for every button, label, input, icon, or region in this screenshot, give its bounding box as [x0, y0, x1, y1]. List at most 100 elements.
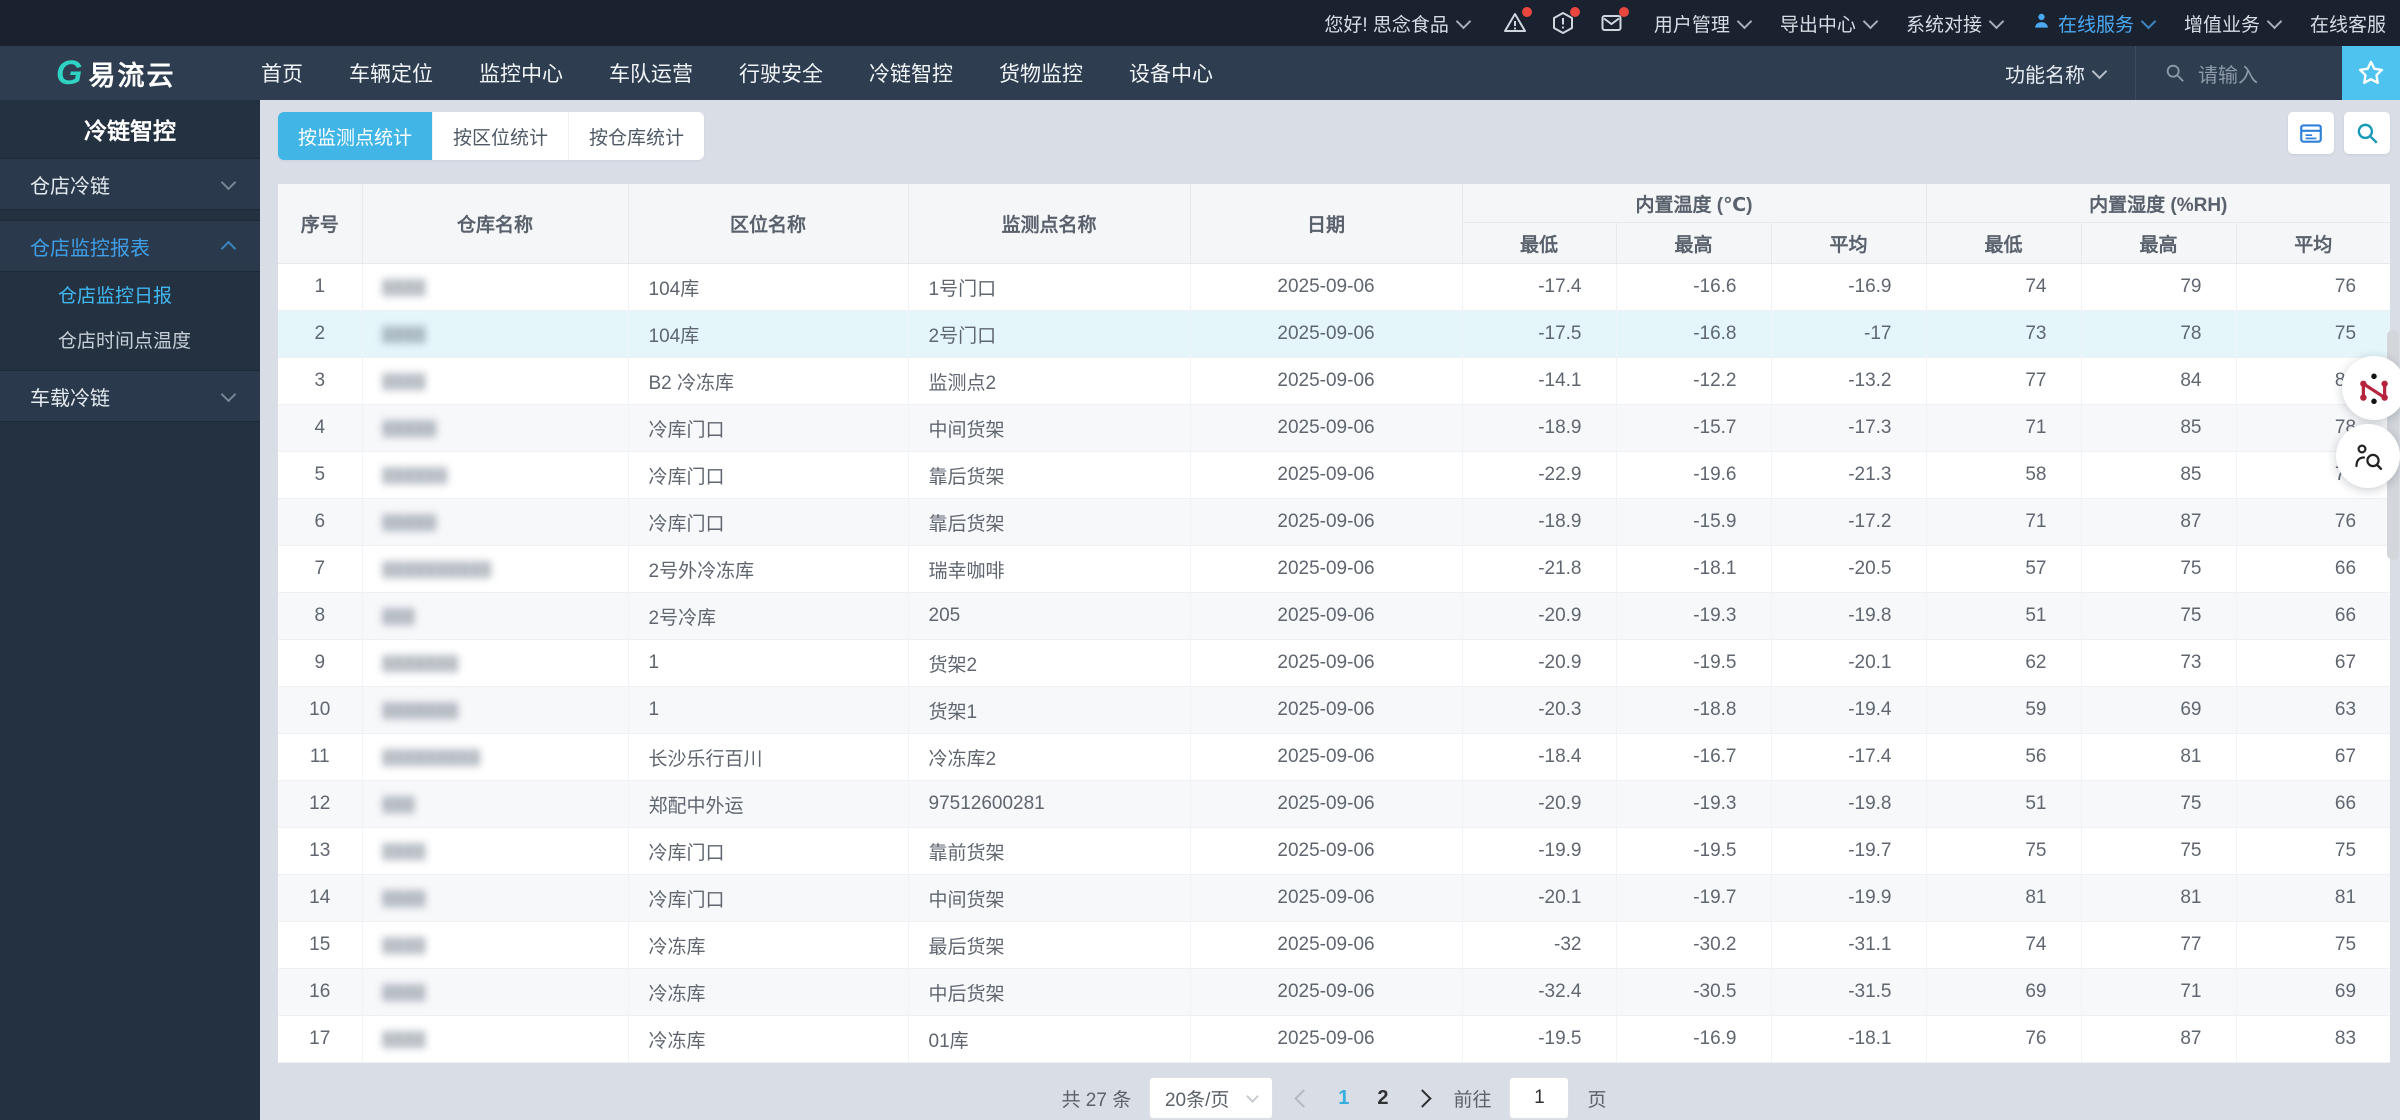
nav-item-cold-chain[interactable]: 冷链智控: [846, 46, 976, 100]
topbar-menu-user-management[interactable]: 用户管理: [1654, 10, 1753, 37]
topbar-menu-export-center[interactable]: 导出中心: [1780, 10, 1879, 37]
cell-temp-max: -16.8: [1616, 310, 1772, 358]
main-navbar: G 易流云 首页 车辆定位 监控中心 车队运营 行驶安全 冷链智控 货物监控 设备中心 功能名…: [0, 46, 2400, 100]
tab-by-monitor-point[interactable]: 按监测点统计: [278, 112, 434, 160]
module-title: 冷链智控: [84, 118, 176, 144]
masked-warehouse-name: ████: [382, 279, 427, 295]
page-number-1[interactable]: 1: [1338, 1087, 1349, 1110]
favorite-button[interactable]: [2342, 46, 2400, 100]
nav-item-device-center[interactable]: 设备中心: [1106, 46, 1236, 100]
cell-warehouse-name: ████: [362, 1015, 629, 1063]
goto-page-value: 1: [1534, 1087, 1545, 1108]
cell-zone-name: 2号外冷冻库: [628, 545, 909, 593]
user-greeting[interactable]: 您好! 思念食品: [1324, 10, 1472, 37]
search-toggle-button[interactable]: [2344, 112, 2390, 154]
cell-date: 2025-09-06: [1190, 451, 1463, 499]
cell-humidity-max: 84: [2081, 357, 2237, 405]
cell-humidity-avg: 81: [2236, 874, 2391, 922]
topbar-menu-online-support[interactable]: 在线客服: [2310, 10, 2386, 37]
cell-temp-max: -15.9: [1616, 498, 1772, 546]
nav-item-cargo-monitor[interactable]: 货物监控: [976, 46, 1106, 100]
table-row: 1 ████ 104库 1号门口 2025-09-06 -17.4 -16.6 -16.9 74…: [278, 263, 2391, 311]
table-row: 17 ████ 冷冻库 01库 2025-09-06 -19.5 -16.9 -18.1 76 8…: [278, 1015, 2391, 1063]
function-name-dropdown[interactable]: 功能名称: [1975, 59, 2135, 88]
topbar-menu-value-added[interactable]: 增值业务: [2184, 10, 2283, 37]
cell-humidity-avg: 75: [2236, 921, 2391, 969]
masked-warehouse-name: ████: [382, 843, 427, 859]
cell-zone-name: 冷库门口: [628, 451, 909, 499]
cell-temp-max: -19.5: [1616, 639, 1772, 687]
masked-warehouse-name: ████: [382, 373, 427, 389]
logo-g-icon: G: [56, 53, 83, 92]
page-number-2[interactable]: 2: [1377, 1087, 1388, 1110]
fab-network-button[interactable]: [2342, 356, 2400, 420]
shield-alert-icon[interactable]: [1551, 7, 1580, 35]
next-page-button[interactable]: [1413, 1088, 1433, 1108]
cell-temp-min: -22.9: [1462, 451, 1617, 499]
col-header-1: 仓库名称: [362, 184, 629, 264]
sidebar-group-store-cold-chain[interactable]: 仓店冷链: [0, 158, 260, 210]
cell-monitor-point: 瑞幸咖啡: [908, 545, 1191, 593]
cell-row-index: 2: [278, 310, 363, 358]
col-header-3: 监测点名称: [908, 184, 1191, 264]
cell-monitor-point: 货架2: [908, 639, 1191, 687]
cell-temp-max: -16.7: [1616, 733, 1772, 781]
cell-zone-name: 冷库门口: [628, 827, 909, 875]
nav-item-monitor-center[interactable]: 监控中心: [456, 46, 586, 100]
masked-warehouse-name: ██████: [382, 467, 449, 483]
search-icon: [2166, 64, 2184, 82]
cell-monitor-point: 中间货架: [908, 404, 1191, 452]
cell-row-index: 7: [278, 545, 363, 593]
cell-humidity-avg: 67: [2236, 733, 2391, 781]
mail-icon[interactable]: [1599, 7, 1629, 35]
card-view-button[interactable]: [2288, 112, 2334, 154]
chevron-down-icon: [2091, 63, 2108, 79]
alert-triangle-icon[interactable]: [1503, 7, 1532, 35]
sidebar-item-store-time-point-temp[interactable]: 仓店时间点温度: [0, 317, 260, 362]
cell-temp-max: -30.5: [1616, 968, 1772, 1016]
fab-assistant-button[interactable]: [2336, 424, 2400, 488]
cell-row-index: 4: [278, 404, 363, 452]
topbar-menu-system-integration[interactable]: 系统对接: [1906, 10, 2005, 37]
sub-header-1-1: 最高: [2081, 222, 2237, 264]
nav-item-home[interactable]: 首页: [238, 46, 326, 100]
sidebar-group-store-monitor-report[interactable]: 仓店监控报表: [0, 220, 260, 272]
cell-temp-avg: -31.1: [1771, 921, 1927, 969]
cell-humidity-max: 87: [2081, 1015, 2237, 1063]
chevron-down-icon: [1455, 13, 1472, 29]
cell-zone-name: 冷冻库: [628, 921, 909, 969]
page-size-select[interactable]: 20条/页: [1149, 1077, 1274, 1119]
nav-item-driving-safety[interactable]: 行驶安全: [716, 46, 846, 100]
cell-humidity-max: 71: [2081, 968, 2237, 1016]
masked-warehouse-name: ███████: [382, 702, 459, 718]
cell-temp-min: -21.8: [1462, 545, 1617, 593]
topbar-menu-online-service[interactable]: 在线服务: [2032, 10, 2157, 37]
cell-zone-name: 104库: [628, 263, 909, 311]
prev-page-button[interactable]: [1294, 1088, 1313, 1108]
cell-row-index: 5: [278, 451, 363, 499]
tab-by-zone[interactable]: 按区位统计: [433, 112, 570, 160]
nav-item-vehicle-location[interactable]: 车辆定位: [326, 46, 456, 100]
chevron-down-icon: [220, 386, 237, 402]
tab-by-warehouse[interactable]: 按仓库统计: [569, 112, 704, 160]
global-search-input[interactable]: 请输入: [2136, 59, 2342, 88]
star-icon: [2358, 60, 2384, 84]
goto-page-input[interactable]: 1: [1509, 1077, 1570, 1119]
cell-warehouse-name: ████: [362, 921, 629, 969]
cell-row-index: 10: [278, 686, 363, 734]
cell-temp-min: -17.4: [1462, 263, 1617, 311]
cell-warehouse-name: █████████: [362, 733, 629, 781]
cell-temp-avg: -13.2: [1771, 357, 1927, 405]
cell-warehouse-name: ████: [362, 968, 629, 1016]
cell-humidity-min: 71: [1926, 404, 2082, 452]
masked-warehouse-name: ████: [382, 1031, 427, 1047]
cell-row-index: 16: [278, 968, 363, 1016]
cell-temp-min: -20.9: [1462, 592, 1617, 640]
sidebar-group-vehicle-cold-chain[interactable]: 车载冷链: [0, 370, 260, 422]
nav-item-fleet-operation[interactable]: 车队运营: [586, 46, 716, 100]
app-logo[interactable]: G 易流云: [0, 54, 238, 93]
cell-humidity-max: 75: [2081, 827, 2237, 875]
sidebar-item-store-monitor-daily[interactable]: 仓店监控日报: [0, 272, 260, 317]
cell-date: 2025-09-06: [1190, 357, 1463, 405]
col-header-2: 区位名称: [628, 184, 909, 264]
